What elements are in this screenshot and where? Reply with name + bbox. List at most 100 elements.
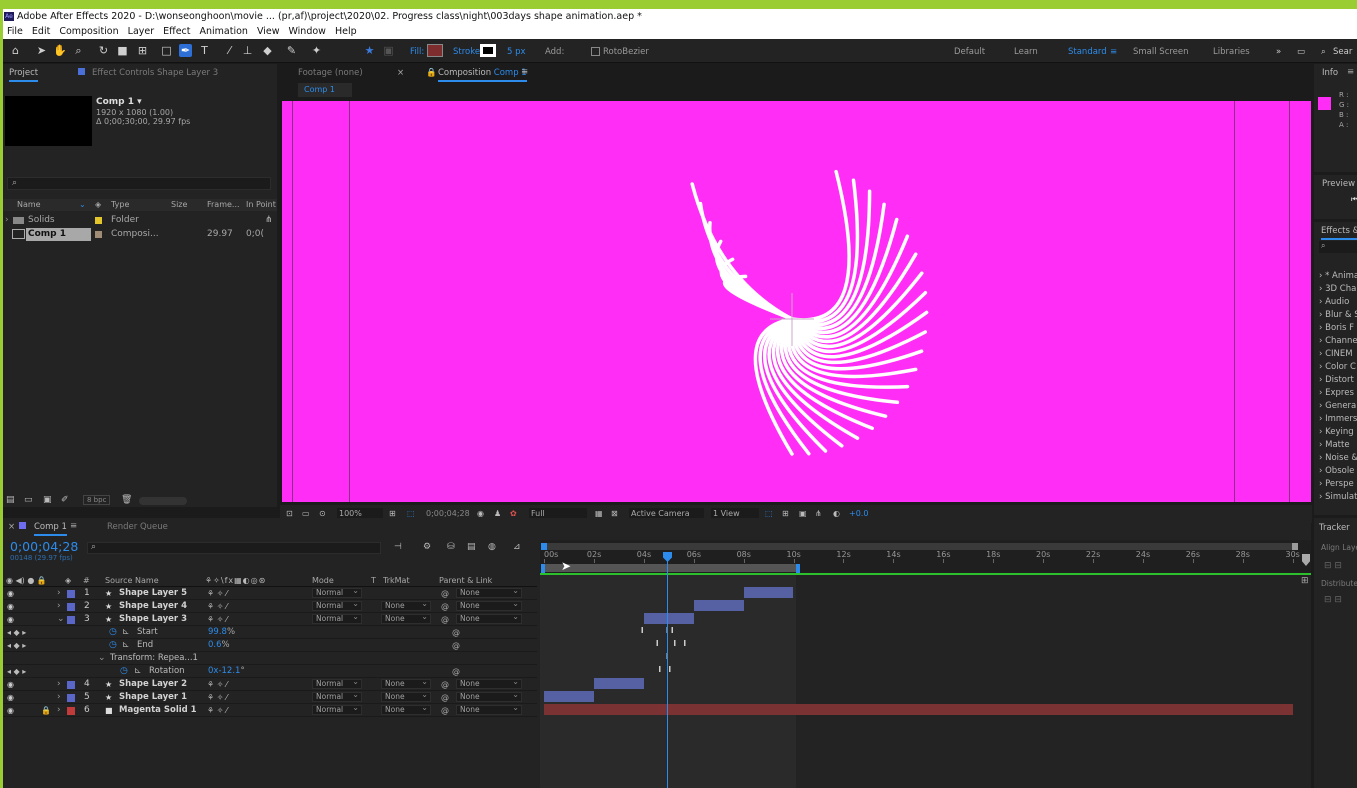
effects-category[interactable]: › Audio bbox=[1319, 296, 1357, 309]
interpret-footage-icon[interactable]: ▤ bbox=[6, 495, 15, 505]
menu-window[interactable]: Window bbox=[284, 24, 330, 39]
project-search-input[interactable]: ⌕ bbox=[7, 177, 271, 190]
av-features-icons[interactable]: ◉ ◀) ● 🔒 bbox=[6, 574, 47, 587]
layer-name[interactable]: Magenta Solid 1 bbox=[119, 704, 197, 717]
lock-icon[interactable]: 🔒 bbox=[426, 68, 437, 78]
frame-blending-icon[interactable]: ▤ bbox=[467, 542, 476, 552]
project-item-solids[interactable]: › Solids Folder ⋔ bbox=[3, 214, 277, 227]
parent-dropdown[interactable]: None bbox=[456, 613, 522, 624]
workspace-learn[interactable]: Learn bbox=[1014, 47, 1038, 57]
more-workspaces-icon[interactable]: » bbox=[1276, 47, 1281, 57]
layer-label-color[interactable] bbox=[67, 590, 75, 598]
dependencies-icon[interactable]: ✐ bbox=[61, 495, 69, 505]
eraser-tool-icon[interactable]: ◆ bbox=[261, 44, 274, 57]
composition-canvas[interactable] bbox=[282, 101, 1311, 502]
snapping-icon[interactable]: ▣ bbox=[382, 44, 395, 57]
hand-tool-icon[interactable]: ✋ bbox=[53, 44, 67, 57]
eye-icon[interactable]: ◉ bbox=[7, 587, 14, 600]
col-parent-link[interactable]: Parent & Link bbox=[439, 574, 492, 587]
menu-edit[interactable]: Edit bbox=[28, 24, 55, 39]
parent-dropdown[interactable]: None bbox=[456, 691, 522, 702]
layer-switches-icons[interactable]: ⚘ ✧ ⁄ bbox=[207, 613, 227, 626]
collapse-arrow-icon[interactable]: ⌄ bbox=[98, 652, 106, 665]
layer-label-color[interactable] bbox=[67, 681, 75, 689]
rectangle-tool-icon[interactable]: □ bbox=[160, 44, 173, 57]
layer-switches-icons[interactable]: ⚘ ✧ ⁄ bbox=[207, 691, 227, 704]
playhead-handle[interactable] bbox=[663, 552, 672, 562]
stopwatch-icon[interactable]: ◷ bbox=[120, 665, 128, 678]
effects-category[interactable]: › Noise & bbox=[1319, 452, 1357, 465]
layer-duration-bar[interactable] bbox=[544, 704, 1293, 715]
workspace-menu-icon[interactable]: ≡ bbox=[1110, 47, 1117, 57]
rotation-tool-icon[interactable]: ↻ bbox=[97, 44, 110, 57]
layer-row[interactable]: ◉ ⌄ 3 ★ Shape Layer 3 ⚘ ✧ ⁄ Normal None @ None bbox=[3, 613, 537, 626]
layer-switches-icons[interactable]: ⚘ ✧ ⁄ bbox=[207, 704, 227, 717]
blend-mode-dropdown[interactable]: Normal bbox=[312, 600, 362, 611]
sort-icon[interactable]: ⌄ bbox=[79, 199, 86, 211]
layer-duration-bar[interactable] bbox=[544, 691, 594, 702]
layer-name[interactable]: Shape Layer 4 bbox=[119, 600, 187, 613]
effects-category[interactable]: › CINEM bbox=[1319, 348, 1357, 361]
keyframe-navigator-icon[interactable]: ◂ ◆ ▸ bbox=[7, 639, 26, 652]
motion-blur-icon[interactable]: ◍ bbox=[488, 542, 496, 552]
home-icon[interactable]: ⌂ bbox=[9, 44, 22, 57]
switches-icons[interactable]: ⚘✧\fx▦◐◎⊛ bbox=[205, 574, 266, 587]
layer-row[interactable]: ◉ › 2 ★ Shape Layer 4 ⚘ ✧ ⁄ Normal None @ None bbox=[3, 600, 537, 613]
keyframe-icon[interactable]: I bbox=[658, 665, 661, 674]
close-tab-icon[interactable]: × bbox=[397, 68, 404, 78]
pickwhip-icon[interactable]: @ bbox=[441, 613, 449, 626]
expression-pickwhip-icon[interactable]: @ bbox=[452, 665, 460, 678]
layer-name[interactable]: Shape Layer 5 bbox=[119, 587, 187, 600]
collapse-icon[interactable]: ▭ bbox=[1297, 47, 1305, 57]
close-tab-icon[interactable]: × bbox=[8, 522, 15, 532]
eye-icon[interactable]: ◉ bbox=[7, 691, 14, 704]
effects-category[interactable]: › Immers bbox=[1319, 413, 1357, 426]
layer-switches-icons[interactable]: ⚘ ✧ ⁄ bbox=[207, 678, 227, 691]
selection-tool-icon[interactable]: ➤ bbox=[35, 44, 48, 57]
layer-name[interactable]: Shape Layer 3 bbox=[119, 613, 187, 626]
property-row[interactable]: ⌄ Transform: Repea...1 bbox=[3, 652, 537, 665]
col-frame[interactable]: Frame... bbox=[207, 199, 240, 211]
menu-file[interactable]: File bbox=[3, 24, 28, 39]
zoom-tool-icon[interactable]: ⌕ bbox=[72, 44, 85, 57]
layer-duration-bar[interactable] bbox=[743, 587, 794, 598]
layer-switches-icons[interactable]: ⚘ ✧ ⁄ bbox=[207, 600, 227, 613]
col-source-name[interactable]: Source Name bbox=[105, 574, 159, 587]
menu-layer[interactable]: Layer bbox=[124, 24, 160, 39]
keyframe-icon[interactable]: I bbox=[668, 665, 671, 674]
track-matte-dropdown[interactable]: None bbox=[381, 613, 431, 624]
brush-tool-icon[interactable]: ⁄ bbox=[223, 44, 236, 57]
tab-effects-presets[interactable]: Effects & bbox=[1321, 226, 1357, 240]
search-help-input[interactable]: Sear bbox=[1333, 47, 1352, 57]
stroke-swatch[interactable] bbox=[480, 44, 496, 57]
track-matte-dropdown[interactable]: None bbox=[381, 691, 431, 702]
pen-tool-icon[interactable]: ✒ bbox=[179, 44, 192, 57]
effects-category[interactable]: › Distort bbox=[1319, 374, 1357, 387]
work-area-bar[interactable] bbox=[541, 564, 800, 574]
tab-render-queue[interactable]: Render Queue bbox=[107, 522, 168, 532]
panel-menu-icon[interactable]: ≡ bbox=[521, 67, 528, 77]
col-in-point[interactable]: In Point bbox=[246, 199, 276, 211]
keyframe-icon[interactable]: I bbox=[671, 626, 674, 635]
expand-arrow-icon[interactable]: › bbox=[57, 678, 61, 691]
keyframe-icon[interactable]: I bbox=[673, 639, 676, 648]
layer-name[interactable]: Shape Layer 2 bbox=[119, 678, 187, 691]
layer-row[interactable]: ◉ › 5 ★ Shape Layer 1 ⚘ ✧ ⁄ Normal None @ None bbox=[3, 691, 537, 704]
workspace-libraries[interactable]: Libraries bbox=[1213, 47, 1250, 57]
layer-switches-icons[interactable]: ⚘ ✧ ⁄ bbox=[207, 587, 227, 600]
trash-icon[interactable]: 🗑 bbox=[121, 495, 132, 505]
col-size[interactable]: Size bbox=[171, 199, 187, 211]
blend-mode-dropdown[interactable]: Normal bbox=[312, 704, 362, 715]
roto-brush-tool-icon[interactable]: ✎ bbox=[285, 44, 298, 57]
tab-project[interactable]: Project bbox=[9, 68, 39, 82]
comp-breadcrumb[interactable]: Comp 1 bbox=[298, 83, 352, 97]
menu-help[interactable]: Help bbox=[331, 24, 362, 39]
menu-view[interactable]: View bbox=[253, 24, 285, 39]
parent-dropdown[interactable]: None bbox=[456, 704, 522, 715]
expression-pickwhip-icon[interactable]: @ bbox=[452, 626, 460, 639]
menu-effect[interactable]: Effect bbox=[159, 24, 195, 39]
expand-arrow-icon[interactable]: › bbox=[57, 587, 61, 600]
keyframe-navigator-icon[interactable]: ◂ ◆ ▸ bbox=[7, 665, 26, 678]
layer-label-color[interactable] bbox=[67, 616, 75, 624]
effects-category[interactable]: › Channe bbox=[1319, 335, 1357, 348]
